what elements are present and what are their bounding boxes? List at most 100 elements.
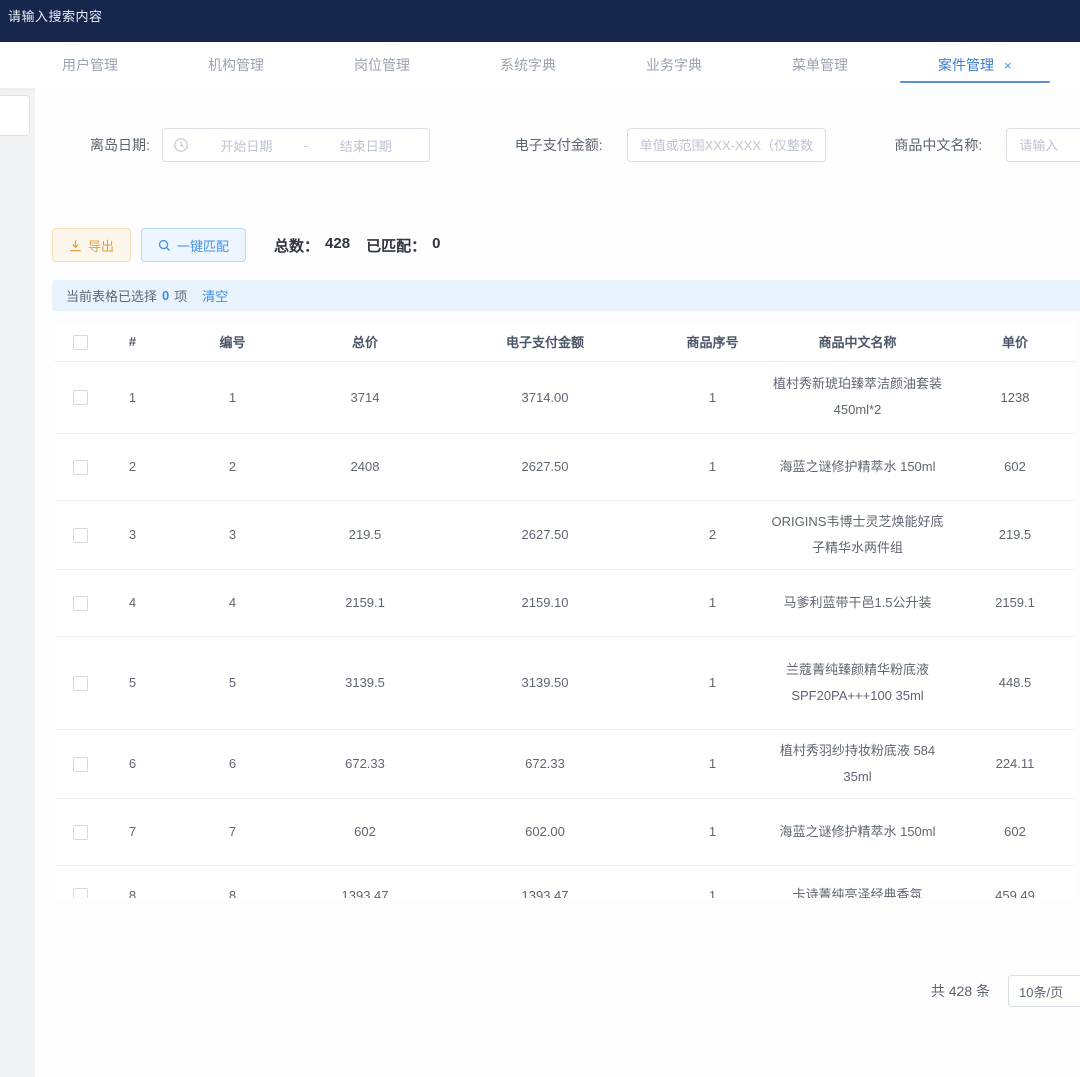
name-input-wrap bbox=[1006, 128, 1080, 162]
select-all-checkbox[interactable] bbox=[73, 335, 88, 350]
count-stats: 总数： 428 已匹配： 0 bbox=[274, 235, 450, 256]
row-number: 7 bbox=[160, 798, 305, 865]
tab-label: 机构管理 bbox=[208, 55, 264, 75]
row-total-price: 3714 bbox=[305, 361, 425, 433]
row-epay-amount: 2159.10 bbox=[425, 569, 665, 636]
tab-label: 岗位管理 bbox=[354, 55, 410, 75]
matched-value: 0 bbox=[432, 235, 440, 256]
top-navbar: 请输入搜索内容 bbox=[0, 0, 1080, 42]
tab-label: 案件管理 bbox=[938, 55, 994, 75]
selection-count: 0 bbox=[162, 288, 169, 303]
row-total-price: 2159.1 bbox=[305, 569, 425, 636]
col-header-unit-price: 单价 bbox=[955, 323, 1075, 361]
tab-系统字典[interactable]: 系统字典 bbox=[476, 42, 580, 88]
col-header-product-seq: 商品序号 bbox=[665, 323, 760, 361]
row-unit-price: 602 bbox=[955, 433, 1075, 500]
date-filter-label: 离岛日期: bbox=[90, 135, 150, 155]
row-number: 3 bbox=[160, 500, 305, 569]
row-checkbox[interactable] bbox=[73, 390, 88, 405]
row-total-price: 3139.5 bbox=[305, 636, 425, 729]
row-index: 4 bbox=[105, 569, 160, 636]
row-product-seq: 1 bbox=[665, 361, 760, 433]
export-button[interactable]: 导出 bbox=[52, 228, 131, 262]
row-product-seq: 1 bbox=[665, 865, 760, 898]
col-header-number: 编号 bbox=[160, 323, 305, 361]
collapsed-side-handle[interactable] bbox=[0, 95, 30, 136]
row-index: 1 bbox=[105, 361, 160, 433]
table-row: 33219.52627.502ORIGINS韦博士灵芝焕能好底子精华水两件组21… bbox=[55, 500, 1075, 569]
close-icon[interactable]: × bbox=[1004, 58, 1012, 73]
clock-icon bbox=[173, 137, 189, 153]
date-range-input[interactable]: 开始日期 - 结束日期 bbox=[162, 128, 430, 162]
table-container: # 编号 总价 电子支付金额 商品序号 商品中文名称 单价 1137143714… bbox=[55, 323, 1080, 898]
tab-机构管理[interactable]: 机构管理 bbox=[184, 42, 288, 88]
row-product-name: 马爹利蓝带干邑1.5公升装 bbox=[760, 569, 955, 636]
row-product-name: 兰蔻菁纯臻颜精华粉底液SPF20PA+++100 35ml bbox=[760, 636, 955, 729]
row-checkbox[interactable] bbox=[73, 596, 88, 611]
row-product-seq: 1 bbox=[665, 798, 760, 865]
row-epay-amount: 3139.50 bbox=[425, 636, 665, 729]
row-total-price: 1393.47 bbox=[305, 865, 425, 898]
row-unit-price: 2159.1 bbox=[955, 569, 1075, 636]
row-checkbox[interactable] bbox=[73, 676, 88, 691]
row-index: 7 bbox=[105, 798, 160, 865]
row-index: 3 bbox=[105, 500, 160, 569]
row-product-seq: 1 bbox=[665, 433, 760, 500]
tab-岗位管理[interactable]: 岗位管理 bbox=[330, 42, 434, 88]
row-epay-amount: 2627.50 bbox=[425, 500, 665, 569]
match-button-label: 一键匹配 bbox=[177, 236, 229, 255]
row-unit-price: 459.49 bbox=[955, 865, 1075, 898]
selection-bar: 当前表格已选择 0 项 清空 bbox=[52, 280, 1080, 311]
date-end-placeholder[interactable]: 结束日期 bbox=[312, 136, 419, 155]
tab-用户管理[interactable]: 用户管理 bbox=[38, 42, 142, 88]
row-checkbox[interactable] bbox=[73, 528, 88, 543]
row-checkbox[interactable] bbox=[73, 825, 88, 840]
clear-selection-link[interactable]: 清空 bbox=[202, 286, 228, 305]
selection-suffix: 项 bbox=[174, 286, 187, 305]
tab-菜单管理[interactable]: 菜单管理 bbox=[768, 42, 872, 88]
row-unit-price: 448.5 bbox=[955, 636, 1075, 729]
row-epay-amount: 672.33 bbox=[425, 729, 665, 798]
row-epay-amount: 2627.50 bbox=[425, 433, 665, 500]
date-start-placeholder[interactable]: 开始日期 bbox=[193, 136, 300, 155]
row-product-name: 植村秀新琥珀臻萃洁颜油套装 450ml*2 bbox=[760, 361, 955, 433]
global-search-input[interactable]: 请输入搜索内容 bbox=[8, 6, 103, 25]
amount-input-wrap bbox=[627, 128, 826, 162]
tab-bar: 用户管理 机构管理 岗位管理 系统字典 业务字典 菜单管理 案件管理 × bbox=[0, 42, 1080, 89]
amount-filter-label: 电子支付金额: bbox=[515, 135, 603, 155]
total-label: 总数： bbox=[274, 235, 319, 256]
one-click-match-button[interactable]: 一键匹配 bbox=[141, 228, 246, 262]
search-icon bbox=[158, 239, 171, 252]
col-header-total-price: 总价 bbox=[305, 323, 425, 361]
row-index: 5 bbox=[105, 636, 160, 729]
row-unit-price: 602 bbox=[955, 798, 1075, 865]
row-number: 2 bbox=[160, 433, 305, 500]
row-checkbox[interactable] bbox=[73, 888, 88, 898]
tab-label: 业务字典 bbox=[646, 55, 702, 75]
date-separator: - bbox=[300, 138, 312, 153]
tab-label: 用户管理 bbox=[62, 55, 118, 75]
page-size-select[interactable]: 10条/页 bbox=[1008, 975, 1080, 1007]
product-name-input[interactable] bbox=[1007, 129, 1080, 161]
tab-案件管理[interactable]: 案件管理 × bbox=[914, 42, 1036, 88]
row-product-name: 植村秀羽纱持妆粉底液 584 35ml bbox=[760, 729, 955, 798]
row-epay-amount: 1393.47 bbox=[425, 865, 665, 898]
row-epay-amount: 3714.00 bbox=[425, 361, 665, 433]
main-panel: 离岛日期: 开始日期 - 结束日期 电子支付金额: 商品中文名称: 导出 bbox=[35, 88, 1080, 1077]
row-checkbox[interactable] bbox=[73, 757, 88, 772]
col-header-epay-amount: 电子支付金额 bbox=[425, 323, 665, 361]
table-row: 1137143714.001植村秀新琥珀臻萃洁颜油套装 450ml*21238 bbox=[55, 361, 1075, 433]
amount-input[interactable] bbox=[628, 129, 825, 161]
col-header-product-name: 商品中文名称 bbox=[760, 323, 955, 361]
row-product-name: 卡诗菁纯亮泽经典香氛 bbox=[760, 865, 955, 898]
row-checkbox[interactable] bbox=[73, 460, 88, 475]
row-index: 6 bbox=[105, 729, 160, 798]
col-header-index: # bbox=[105, 323, 160, 361]
table-row: 2224082627.501海蓝之谜修护精萃水 150ml602 bbox=[55, 433, 1075, 500]
table-row: 553139.53139.501兰蔻菁纯臻颜精华粉底液SPF20PA+++100… bbox=[55, 636, 1075, 729]
tab-业务字典[interactable]: 业务字典 bbox=[622, 42, 726, 88]
pagination-total: 共 428 条 bbox=[931, 981, 990, 1001]
selection-prefix: 当前表格已选择 bbox=[66, 286, 157, 305]
row-product-name: ORIGINS韦博士灵芝焕能好底子精华水两件组 bbox=[760, 500, 955, 569]
row-number: 6 bbox=[160, 729, 305, 798]
